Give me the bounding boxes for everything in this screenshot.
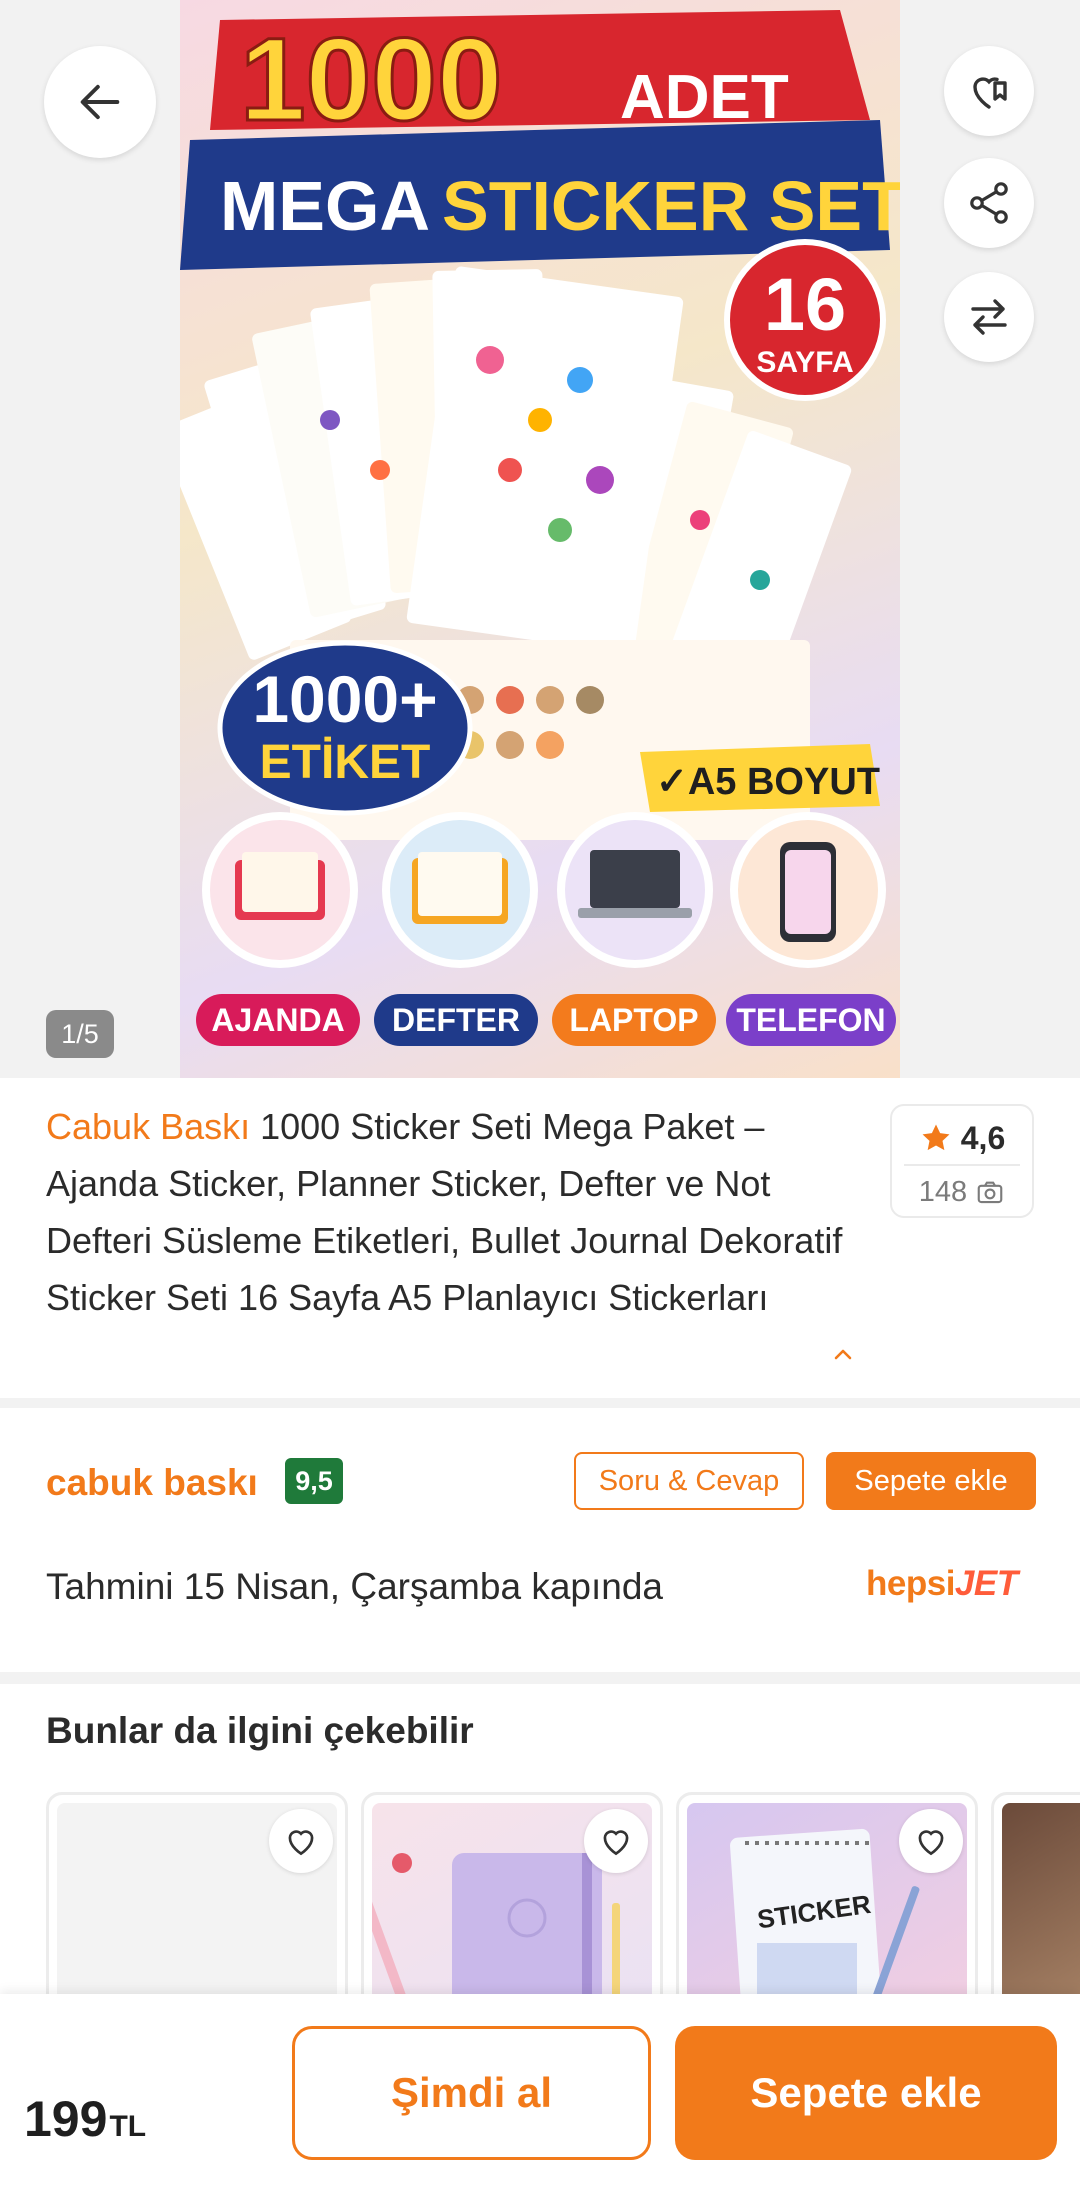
brand-link[interactable]: Cabuk Baskı — [46, 1106, 250, 1147]
heart-icon — [603, 1830, 629, 1856]
product-card[interactable]: STICKER — [676, 1792, 978, 1994]
product-gallery[interactable]: 1000 ADET MEGA STICKER SETİ 16 SAYFA 100… — [0, 0, 1080, 1078]
price-value: 199 — [24, 2091, 108, 2147]
card-favorite-button[interactable] — [269, 1809, 333, 1873]
use-case-label-1: AJANDA — [211, 1002, 344, 1038]
section-divider — [0, 1672, 1080, 1684]
use-case-label-3: LAPTOP — [569, 1002, 698, 1038]
buy-now-button[interactable]: Şimdi al — [292, 2026, 651, 2160]
heart-bookmark-icon — [973, 77, 1007, 109]
add-to-cart-button[interactable]: Sepete ekle — [675, 2026, 1057, 2160]
swap-arrows-icon — [971, 299, 1007, 335]
image-pager: 1/5 — [46, 1010, 114, 1058]
seller-add-to-cart-button[interactable]: Sepete ekle — [826, 1452, 1036, 1510]
qa-button[interactable]: Soru & Cevap — [574, 1452, 804, 1510]
product-card[interactable] — [991, 1792, 1080, 1994]
seller-score-badge: 9,5 — [285, 1458, 343, 1504]
badge-pages-label: SAYFA — [756, 346, 853, 379]
favorite-list-button[interactable] — [944, 46, 1034, 136]
share-icon — [970, 182, 1008, 224]
camera-icon — [977, 1181, 1003, 1204]
back-button[interactable] — [44, 46, 156, 158]
carrier-logo-part1: hepsi — [866, 1564, 955, 1603]
compare-button[interactable] — [944, 272, 1034, 362]
chevron-up-icon[interactable] — [828, 1343, 858, 1367]
recommendations-title: Bunlar da ilgini çekebilir — [46, 1710, 474, 1751]
use-case-label-4: TELEFON — [736, 1002, 885, 1038]
badge-labels-number: 1000+ — [252, 662, 437, 736]
recommendations-section: Bunlar da ilgini çekebilir STICKER — [0, 1684, 1080, 1994]
carrier-logo-part2: JET — [954, 1564, 1018, 1603]
headline-sub-2: STICKER SETİ — [442, 167, 900, 245]
use-case-label-2: DEFTER — [392, 1002, 520, 1038]
rating-box[interactable]: 4,6 148 — [890, 1104, 1034, 1218]
price-currency: TL — [109, 2110, 147, 2143]
price: 199TL — [24, 2090, 146, 2148]
heart-icon — [918, 1830, 944, 1856]
product-card[interactable] — [361, 1792, 663, 1994]
product-title: Cabuk Baskı 1000 Sticker Seti Mega Paket… — [46, 1098, 846, 1326]
rating-value: 4,6 — [960, 1119, 1006, 1156]
seller-name[interactable]: cabuk baskı — [46, 1462, 258, 1504]
badge-size: ✓A5 BOYUT — [656, 761, 880, 803]
headline-sub-1: MEGA — [220, 167, 430, 245]
badge-labels-label: ETİKET — [260, 736, 431, 789]
share-button[interactable] — [944, 158, 1034, 248]
heart-icon — [288, 1830, 314, 1856]
headline-unit: ADET — [620, 63, 789, 132]
product-card-image — [1002, 1803, 1080, 1994]
review-count: 148 — [918, 1175, 968, 1208]
carrier-logo: hepsiJET — [866, 1564, 1018, 1604]
product-image-art: 1000 ADET MEGA STICKER SETİ 16 SAYFA 100… — [180, 10, 900, 1046]
badge-pages-number: 16 — [764, 263, 846, 346]
arrow-left-icon — [80, 84, 120, 120]
card-favorite-button[interactable] — [584, 1809, 648, 1873]
seller-section: cabuk baskı 9,5 Soru & Cevap Sepete ekle… — [0, 1408, 1080, 1672]
delivery-estimate: Tahmini 15 Nisan, Çarşamba kapında — [46, 1566, 663, 1607]
product-card[interactable] — [46, 1792, 348, 1994]
product-info: Cabuk Baskı 1000 Sticker Seti Mega Paket… — [0, 1078, 1080, 1398]
card-favorite-button[interactable] — [899, 1809, 963, 1873]
star-icon — [922, 1124, 950, 1151]
product-image[interactable]: 1000 ADET MEGA STICKER SETİ 16 SAYFA 100… — [180, 0, 900, 1078]
bottom-action-bar: 199TL Şimdi al Sepete ekle — [0, 1994, 1080, 2187]
headline-number: 1000 — [240, 14, 503, 146]
